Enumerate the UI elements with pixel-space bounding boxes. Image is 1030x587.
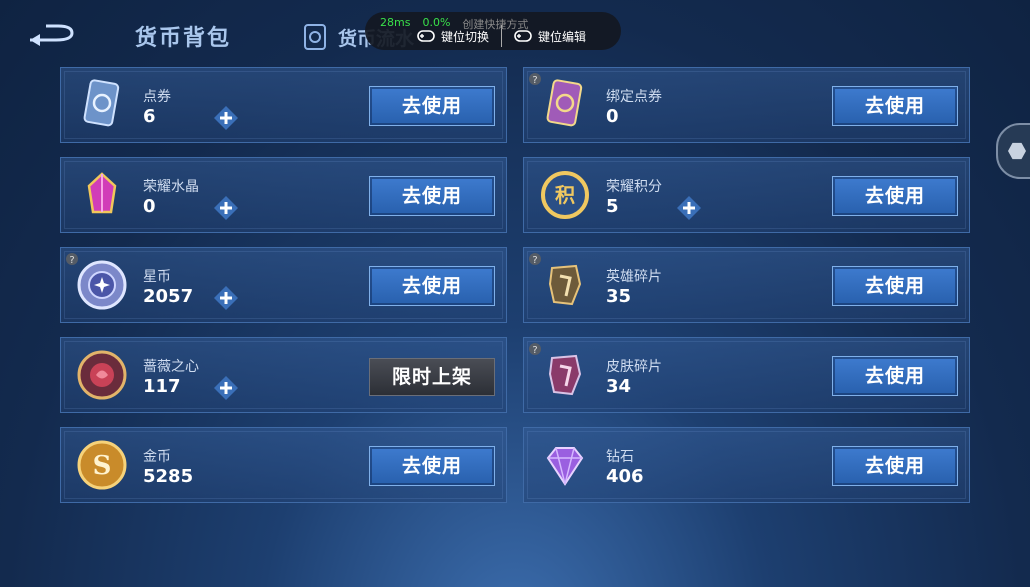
currency-card-gold: S 金币 5285 去使用: [60, 427, 507, 503]
item-count: 35: [606, 286, 632, 307]
crystal-icon: [87, 172, 117, 214]
currency-card-hero-shards: ? 英雄碎片 35 去使用: [523, 247, 970, 323]
loss-value: 0.0%: [422, 16, 451, 29]
add-icon[interactable]: [213, 375, 239, 401]
skin-shard-icon: [548, 354, 582, 396]
use-button[interactable]: 去使用: [832, 266, 958, 306]
currency-card-skin-shards: ? 皮肤碎片 34 去使用: [523, 337, 970, 413]
item-count: 0: [606, 106, 619, 127]
item-count: 117: [143, 376, 181, 397]
add-icon[interactable]: [213, 105, 239, 131]
bound-voucher-icon: [546, 79, 583, 127]
svg-text:积: 积: [555, 183, 575, 207]
add-icon[interactable]: [213, 195, 239, 221]
item-name: 点券: [143, 89, 171, 105]
item-count: 5285: [143, 466, 194, 487]
diamond-icon: [546, 447, 584, 486]
limited-time-label: 限时上架: [369, 358, 495, 396]
side-menu-handle[interactable]: [996, 123, 1030, 179]
use-button[interactable]: 去使用: [832, 176, 958, 216]
item-count: 0: [143, 196, 156, 217]
hexagon-icon: [1008, 142, 1026, 160]
use-button[interactable]: 去使用: [369, 86, 495, 126]
use-button[interactable]: 去使用: [369, 176, 495, 216]
item-name: 蔷薇之心: [143, 359, 199, 375]
page-title: 货币背包: [135, 26, 232, 51]
currency-card-glory-crystal: 荣耀水晶 0 去使用: [60, 157, 507, 233]
ledger-icon: [304, 24, 326, 50]
currency-card-voucher: 点券 6 去使用: [60, 67, 507, 143]
currency-card-glory-points: 积 荣耀积分 5 去使用: [523, 157, 970, 233]
points-coin-icon: 积: [541, 171, 589, 219]
use-button[interactable]: 去使用: [832, 446, 958, 486]
currency-card-bound-voucher: ? 绑定点券 0 去使用: [523, 67, 970, 143]
item-name: 皮肤碎片: [606, 359, 662, 375]
star-coin-icon: [77, 260, 127, 310]
rose-heart-icon: [77, 350, 127, 400]
item-name: 荣耀水晶: [143, 179, 199, 195]
svg-text:?: ?: [69, 255, 74, 266]
item-count: 5: [606, 196, 619, 217]
gold-coin-icon: S: [77, 440, 127, 490]
currency-card-star-coin: ? 星币 2057 去使用: [60, 247, 507, 323]
ping-value: 28ms: [380, 16, 411, 29]
svg-text:S: S: [93, 451, 112, 481]
item-count: 34: [606, 376, 632, 397]
back-arrow-icon[interactable]: [26, 22, 78, 48]
item-name: 英雄碎片: [606, 269, 662, 285]
hero-shard-icon: [548, 264, 582, 306]
item-count: 2057: [143, 286, 194, 307]
use-button[interactable]: 去使用: [832, 356, 958, 396]
use-button[interactable]: 去使用: [369, 266, 495, 306]
svg-text:?: ?: [532, 75, 537, 86]
add-icon[interactable]: [213, 285, 239, 311]
shortcut-hint: 创建快捷方式: [462, 18, 529, 31]
use-button[interactable]: 去使用: [832, 86, 958, 126]
item-name: 荣耀积分: [606, 179, 662, 195]
item-name: 金币: [143, 449, 171, 465]
currency-card-diamond: 钻石 406 去使用: [523, 427, 970, 503]
item-name: 星币: [143, 269, 171, 285]
svg-text:?: ?: [532, 255, 537, 266]
item-name: 钻石: [606, 449, 634, 465]
svg-text:?: ?: [532, 345, 537, 356]
perf-readout: 28ms 0.0% 创建快捷方式: [380, 16, 528, 32]
key-edit-label: 键位编辑: [538, 29, 587, 44]
add-icon[interactable]: [676, 195, 702, 221]
item-count: 406: [606, 466, 644, 487]
voucher-icon: [83, 79, 120, 127]
currency-card-rose-heart: 蔷薇之心 117 限时上架: [60, 337, 507, 413]
item-name: 绑定点券: [606, 89, 662, 105]
use-button[interactable]: 去使用: [369, 446, 495, 486]
item-count: 6: [143, 106, 156, 127]
